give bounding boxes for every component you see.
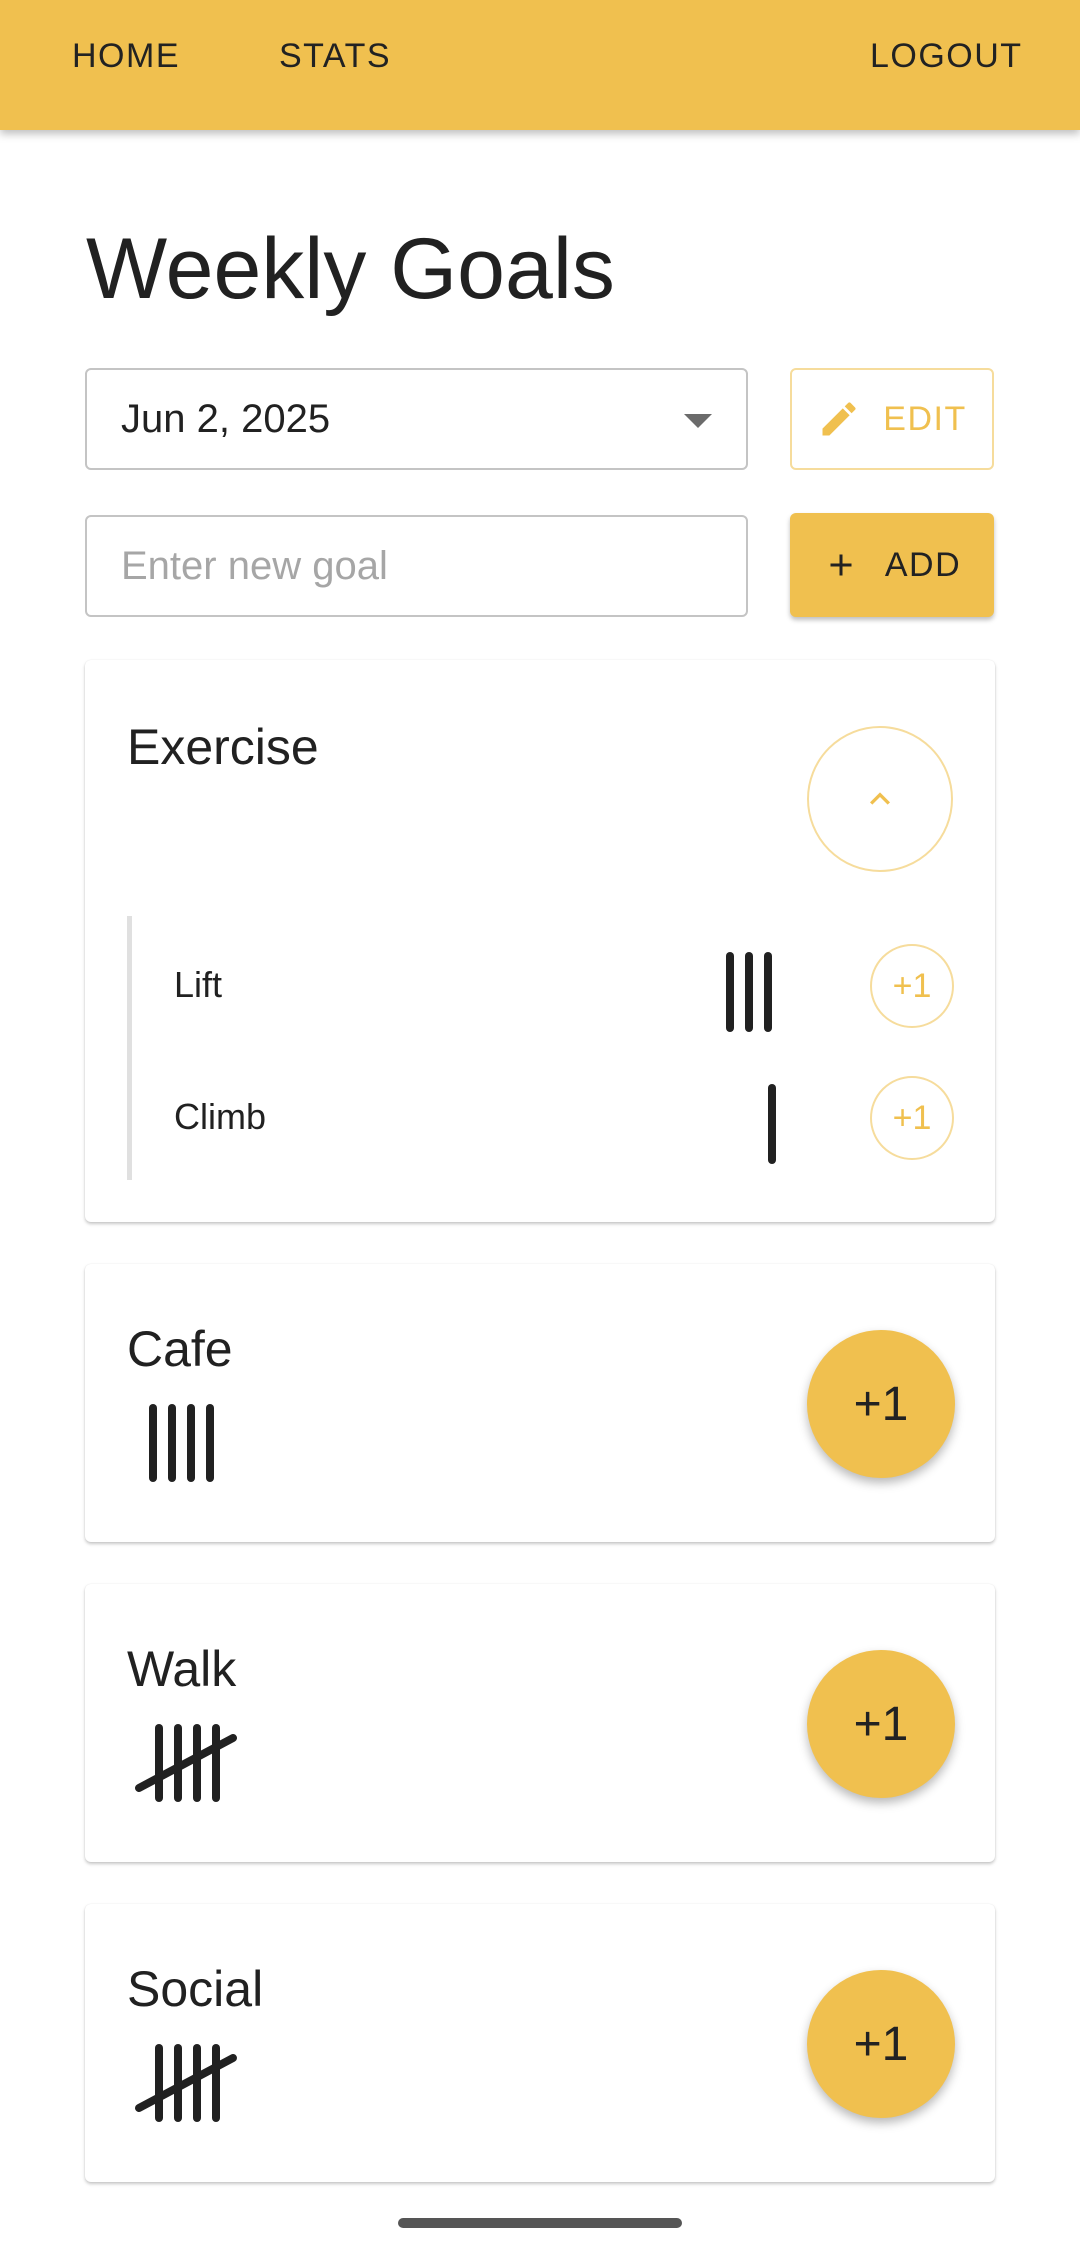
increment-lift-button[interactable]: +1 xyxy=(870,944,954,1028)
home-indicator[interactable] xyxy=(398,2218,682,2228)
goal-card-walk: Walk +1 xyxy=(85,1584,995,1862)
tally-marks-crossed xyxy=(135,1724,237,1802)
subgoal-label: Lift xyxy=(174,964,223,1005)
goal-title: Exercise xyxy=(127,719,319,775)
increment-social-button[interactable]: +1 xyxy=(807,1970,955,2118)
goal-card-cafe: Cafe +1 xyxy=(85,1264,995,1542)
new-goal-input[interactable] xyxy=(85,515,748,617)
week-date-select[interactable]: Jun 2, 2025 xyxy=(85,368,748,470)
increment-climb-button[interactable]: +1 xyxy=(870,1076,954,1160)
add-button-label: ADD xyxy=(884,545,962,584)
week-date-value: Jun 2, 2025 xyxy=(121,396,331,441)
increment-walk-button[interactable]: +1 xyxy=(807,1650,955,1798)
edit-button-label: EDIT xyxy=(883,399,967,438)
goal-title: Cafe xyxy=(127,1321,233,1377)
edit-button[interactable]: EDIT xyxy=(790,368,994,470)
chevron-up-icon xyxy=(870,792,890,805)
tally-marks-crossed xyxy=(135,2044,237,2122)
nav-stats-button[interactable]: STATS xyxy=(279,28,391,84)
goal-title: Social xyxy=(127,1961,264,2017)
nav-home-button[interactable]: HOME xyxy=(72,28,180,84)
goal-title: Walk xyxy=(127,1641,237,1697)
dropdown-caret-icon xyxy=(684,414,712,428)
goal-card-social: Social +1 xyxy=(85,1904,995,2182)
app-bar: HOME STATS LOGOUT xyxy=(0,0,1080,130)
add-goal-button[interactable]: ADD xyxy=(790,513,994,617)
subgoal-list: Lift +1 Climb +1 xyxy=(127,916,954,1180)
logout-button[interactable]: LOGOUT xyxy=(870,28,1023,84)
tally-marks xyxy=(726,952,772,1032)
increment-cafe-button[interactable]: +1 xyxy=(807,1330,955,1478)
subgoal-item-lift: Lift +1 xyxy=(132,942,958,1032)
page-title: Weekly Goals xyxy=(86,221,615,317)
tally-marks xyxy=(149,1404,214,1482)
subgoal-item-climb: Climb +1 xyxy=(132,1074,958,1164)
subgoal-label: Climb xyxy=(174,1096,267,1137)
plus-icon xyxy=(830,554,852,576)
collapse-button[interactable] xyxy=(807,726,953,872)
pencil-icon xyxy=(822,402,856,436)
tally-marks xyxy=(768,1084,776,1164)
goal-card-exercise: Exercise Lift +1 Climb +1 xyxy=(85,660,995,1222)
